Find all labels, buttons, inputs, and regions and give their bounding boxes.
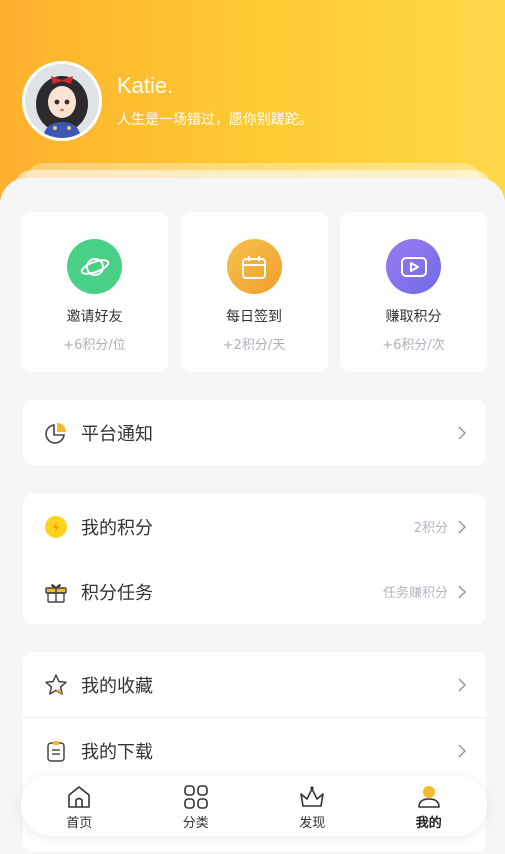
menu-label: 积分任务 xyxy=(81,582,153,604)
user-icon xyxy=(417,786,440,808)
earn-points-button[interactable]: 赚取积分 +6积分/次 xyxy=(340,212,487,372)
my-points-item[interactable]: 我的积分 2积分 xyxy=(23,494,486,559)
invite-friends-button[interactable]: 邀请好友 +6积分/位 xyxy=(21,212,168,372)
coin-icon xyxy=(43,514,69,540)
action-reward: +2积分/天 xyxy=(222,338,286,353)
tab-label: 发现 xyxy=(299,816,326,831)
crown-icon xyxy=(300,786,325,807)
action-label: 邀请好友 xyxy=(66,309,123,325)
action-label: 赚取积分 xyxy=(385,309,442,325)
chevron-right-icon xyxy=(458,425,467,440)
bottom-tab-bar: 首页 分类 发现 我的 xyxy=(21,775,487,836)
tab-category[interactable]: 分类 xyxy=(138,775,255,836)
points-panel: 我的积分 2积分 积分任务 任务赚积分 xyxy=(23,494,486,624)
tab-label: 首页 xyxy=(66,816,93,831)
my-favorites-item[interactable]: 我的收藏 xyxy=(23,652,486,717)
action-reward: +6积分/位 xyxy=(63,338,126,353)
tab-label: 我的 xyxy=(415,816,442,831)
menu-label: 我的下载 xyxy=(81,741,153,763)
pie-chart-icon xyxy=(43,420,69,446)
clipboard-icon xyxy=(43,738,69,764)
gift-icon xyxy=(43,579,69,605)
daily-checkin-button[interactable]: 每日签到 +2积分/天 xyxy=(180,212,328,372)
tab-label: 分类 xyxy=(182,816,209,831)
grid-icon xyxy=(183,785,208,809)
planet-icon xyxy=(67,239,122,294)
points-balance: 2积分 xyxy=(413,521,448,536)
username: Katie. xyxy=(117,73,174,98)
menu-label: 我的收藏 xyxy=(81,675,153,697)
profile-motto: 人生是一场错过，愿你别蹉跎。 xyxy=(117,112,313,128)
video-icon xyxy=(386,239,441,294)
calendar-icon xyxy=(226,239,282,294)
chevron-right-icon xyxy=(458,519,467,534)
chevron-right-icon xyxy=(458,677,467,692)
tasks-hint: 任务赚积分 xyxy=(382,586,448,601)
menu-label: 我的积分 xyxy=(81,517,153,539)
home-icon xyxy=(68,786,91,808)
my-downloads-item[interactable]: 我的下载 xyxy=(23,718,486,783)
tab-home[interactable]: 首页 xyxy=(21,775,138,836)
avatar[interactable] xyxy=(22,61,102,141)
action-reward: +6积分/次 xyxy=(382,338,445,353)
notice-panel: 平台通知 xyxy=(23,400,486,465)
avatar-image xyxy=(25,64,99,138)
chevron-right-icon xyxy=(458,743,467,758)
chevron-right-icon xyxy=(458,584,467,599)
star-icon xyxy=(43,672,69,698)
points-tasks-item[interactable]: 积分任务 任务赚积分 xyxy=(23,559,486,624)
menu-label: 平台通知 xyxy=(81,423,153,445)
platform-notice-item[interactable]: 平台通知 xyxy=(23,400,486,465)
action-label: 每日签到 xyxy=(226,309,282,325)
tab-mine[interactable]: 我的 xyxy=(371,775,488,836)
quick-actions: 邀请好友 +6积分/位 每日签到 +2积分/天 赚取积分 +6积分/次 xyxy=(21,212,487,372)
tab-discover[interactable]: 发现 xyxy=(254,775,371,836)
